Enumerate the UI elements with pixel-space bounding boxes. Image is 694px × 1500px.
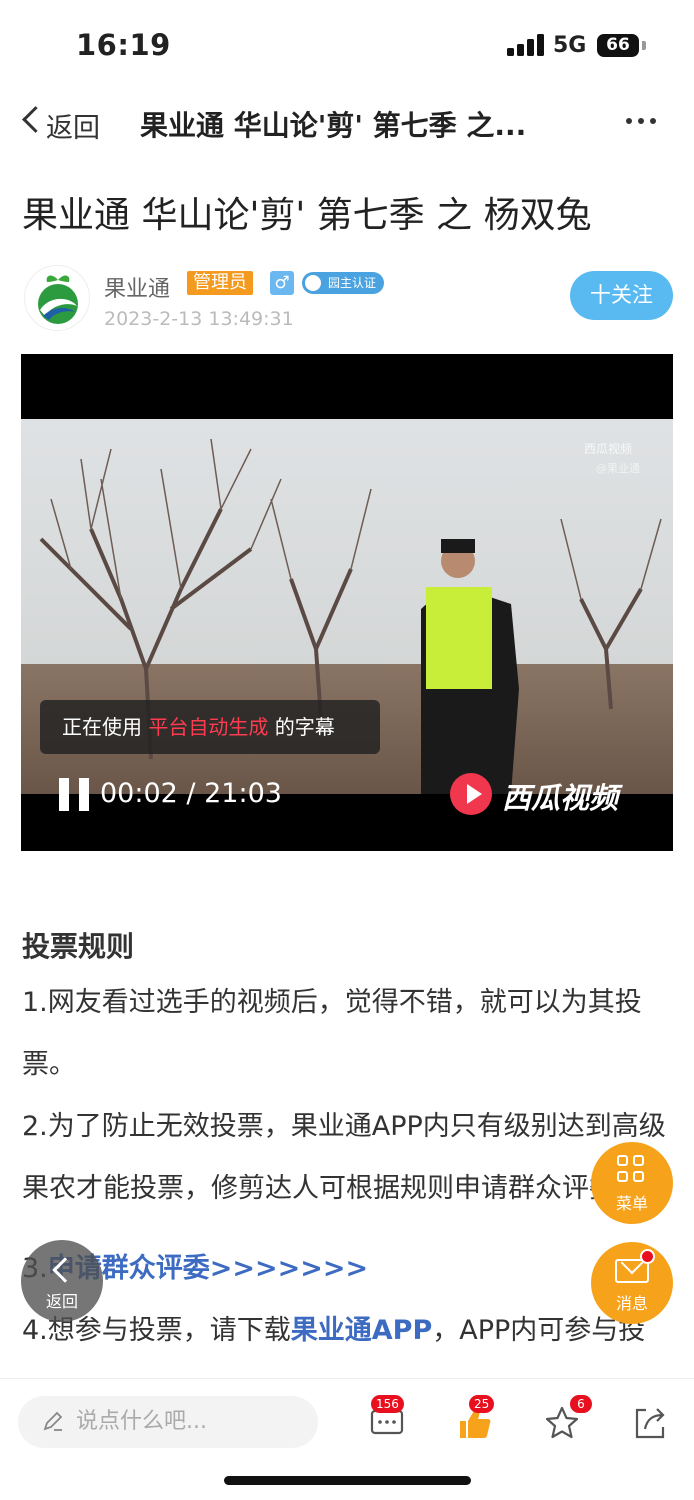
pen-icon bbox=[43, 1411, 63, 1431]
status-time: 16:19 bbox=[76, 28, 171, 62]
menu-button[interactable]: 菜单 bbox=[591, 1142, 673, 1224]
floating-back-button[interactable]: 返回 bbox=[21, 1240, 103, 1322]
time-separator: / bbox=[186, 778, 196, 809]
xigua-brand: 西瓜视频 bbox=[502, 781, 619, 815]
signal-icon bbox=[507, 34, 545, 56]
download-app-link[interactable]: 果业通APP bbox=[291, 1315, 432, 1346]
rule-1: 1.网友看过选手的视频后，觉得不错，就可以为其投票。 bbox=[22, 987, 642, 1080]
pause-icon[interactable] bbox=[59, 778, 89, 811]
nav-bar: 返回 果业通 华山论'剪' 第七季 之... bbox=[0, 92, 694, 154]
admin-badge: 管理员 bbox=[187, 271, 253, 295]
xigua-play-glyph bbox=[467, 784, 482, 804]
subtitle-suffix: 的字幕 bbox=[274, 715, 335, 739]
subtitle-prefix: 正在使用 bbox=[62, 715, 142, 739]
menu-label: 菜单 bbox=[615, 1194, 648, 1213]
network-type: 5G bbox=[553, 33, 587, 58]
share-icon[interactable] bbox=[632, 1405, 668, 1441]
time-total: 21:03 bbox=[204, 778, 282, 809]
battery-icon: 66 bbox=[597, 34, 639, 57]
male-icon: ♂ bbox=[270, 271, 294, 295]
like-count-badge: 25 bbox=[469, 1395, 495, 1413]
video-watermark-sub: @果业通 bbox=[596, 462, 640, 475]
cert-label: 园主认证 bbox=[328, 276, 377, 290]
video-time: 00:02 / 21:03 bbox=[100, 778, 282, 809]
status-bar: 16:19 5G 66 bbox=[0, 0, 694, 92]
certification-badge: 园主认证 bbox=[302, 272, 385, 294]
nav-title: 果业通 华山论'剪' 第七季 之... bbox=[140, 109, 527, 142]
rule-3: 3.申请群众评委>>>>>>> bbox=[22, 1238, 672, 1300]
back-button[interactable]: 返回 bbox=[46, 106, 100, 145]
time-current: 00:02 bbox=[100, 778, 178, 809]
video-watermark: 西瓜视频 bbox=[584, 442, 633, 456]
back-chevron-icon[interactable] bbox=[22, 106, 49, 133]
logo-icon bbox=[38, 275, 78, 324]
follow-button[interactable]: 十关注 bbox=[570, 271, 673, 320]
floating-back-label: 返回 bbox=[45, 1292, 78, 1311]
section-heading: 投票规则 bbox=[22, 930, 135, 963]
comment-count-badge: 156 bbox=[371, 1395, 404, 1413]
cert-icon bbox=[305, 275, 321, 291]
post-time: 2023-2-13 13:49:31 bbox=[104, 308, 294, 330]
battery-tip bbox=[642, 41, 646, 50]
more-icon[interactable] bbox=[624, 110, 658, 130]
author-name[interactable]: 果业通 bbox=[104, 271, 170, 303]
subtitle-highlight[interactable]: 平台自动生成 bbox=[148, 715, 268, 739]
home-indicator[interactable] bbox=[224, 1476, 471, 1485]
rule-4: 4.想参与投票，请下载果业通APP，APP内可参与投票 bbox=[22, 1300, 672, 1378]
message-button[interactable]: 消息 bbox=[591, 1242, 673, 1324]
unread-dot bbox=[640, 1249, 655, 1264]
subtitle-notice: 正在使用 平台自动生成 的字幕 bbox=[40, 700, 380, 754]
grid-icon bbox=[617, 1155, 647, 1185]
rule-2: 2.为了防止无效投票，果业通APP内只有级别达到高级果农才能投票，修剪达人可根据… bbox=[22, 1111, 666, 1204]
article-title: 果业通 华山论'剪' 第七季 之 杨双兔 bbox=[22, 195, 592, 236]
back-arrow-icon bbox=[52, 1257, 78, 1283]
message-label: 消息 bbox=[615, 1294, 648, 1313]
favorite-count-badge: 6 bbox=[570, 1395, 592, 1413]
author-avatar[interactable] bbox=[24, 265, 90, 331]
